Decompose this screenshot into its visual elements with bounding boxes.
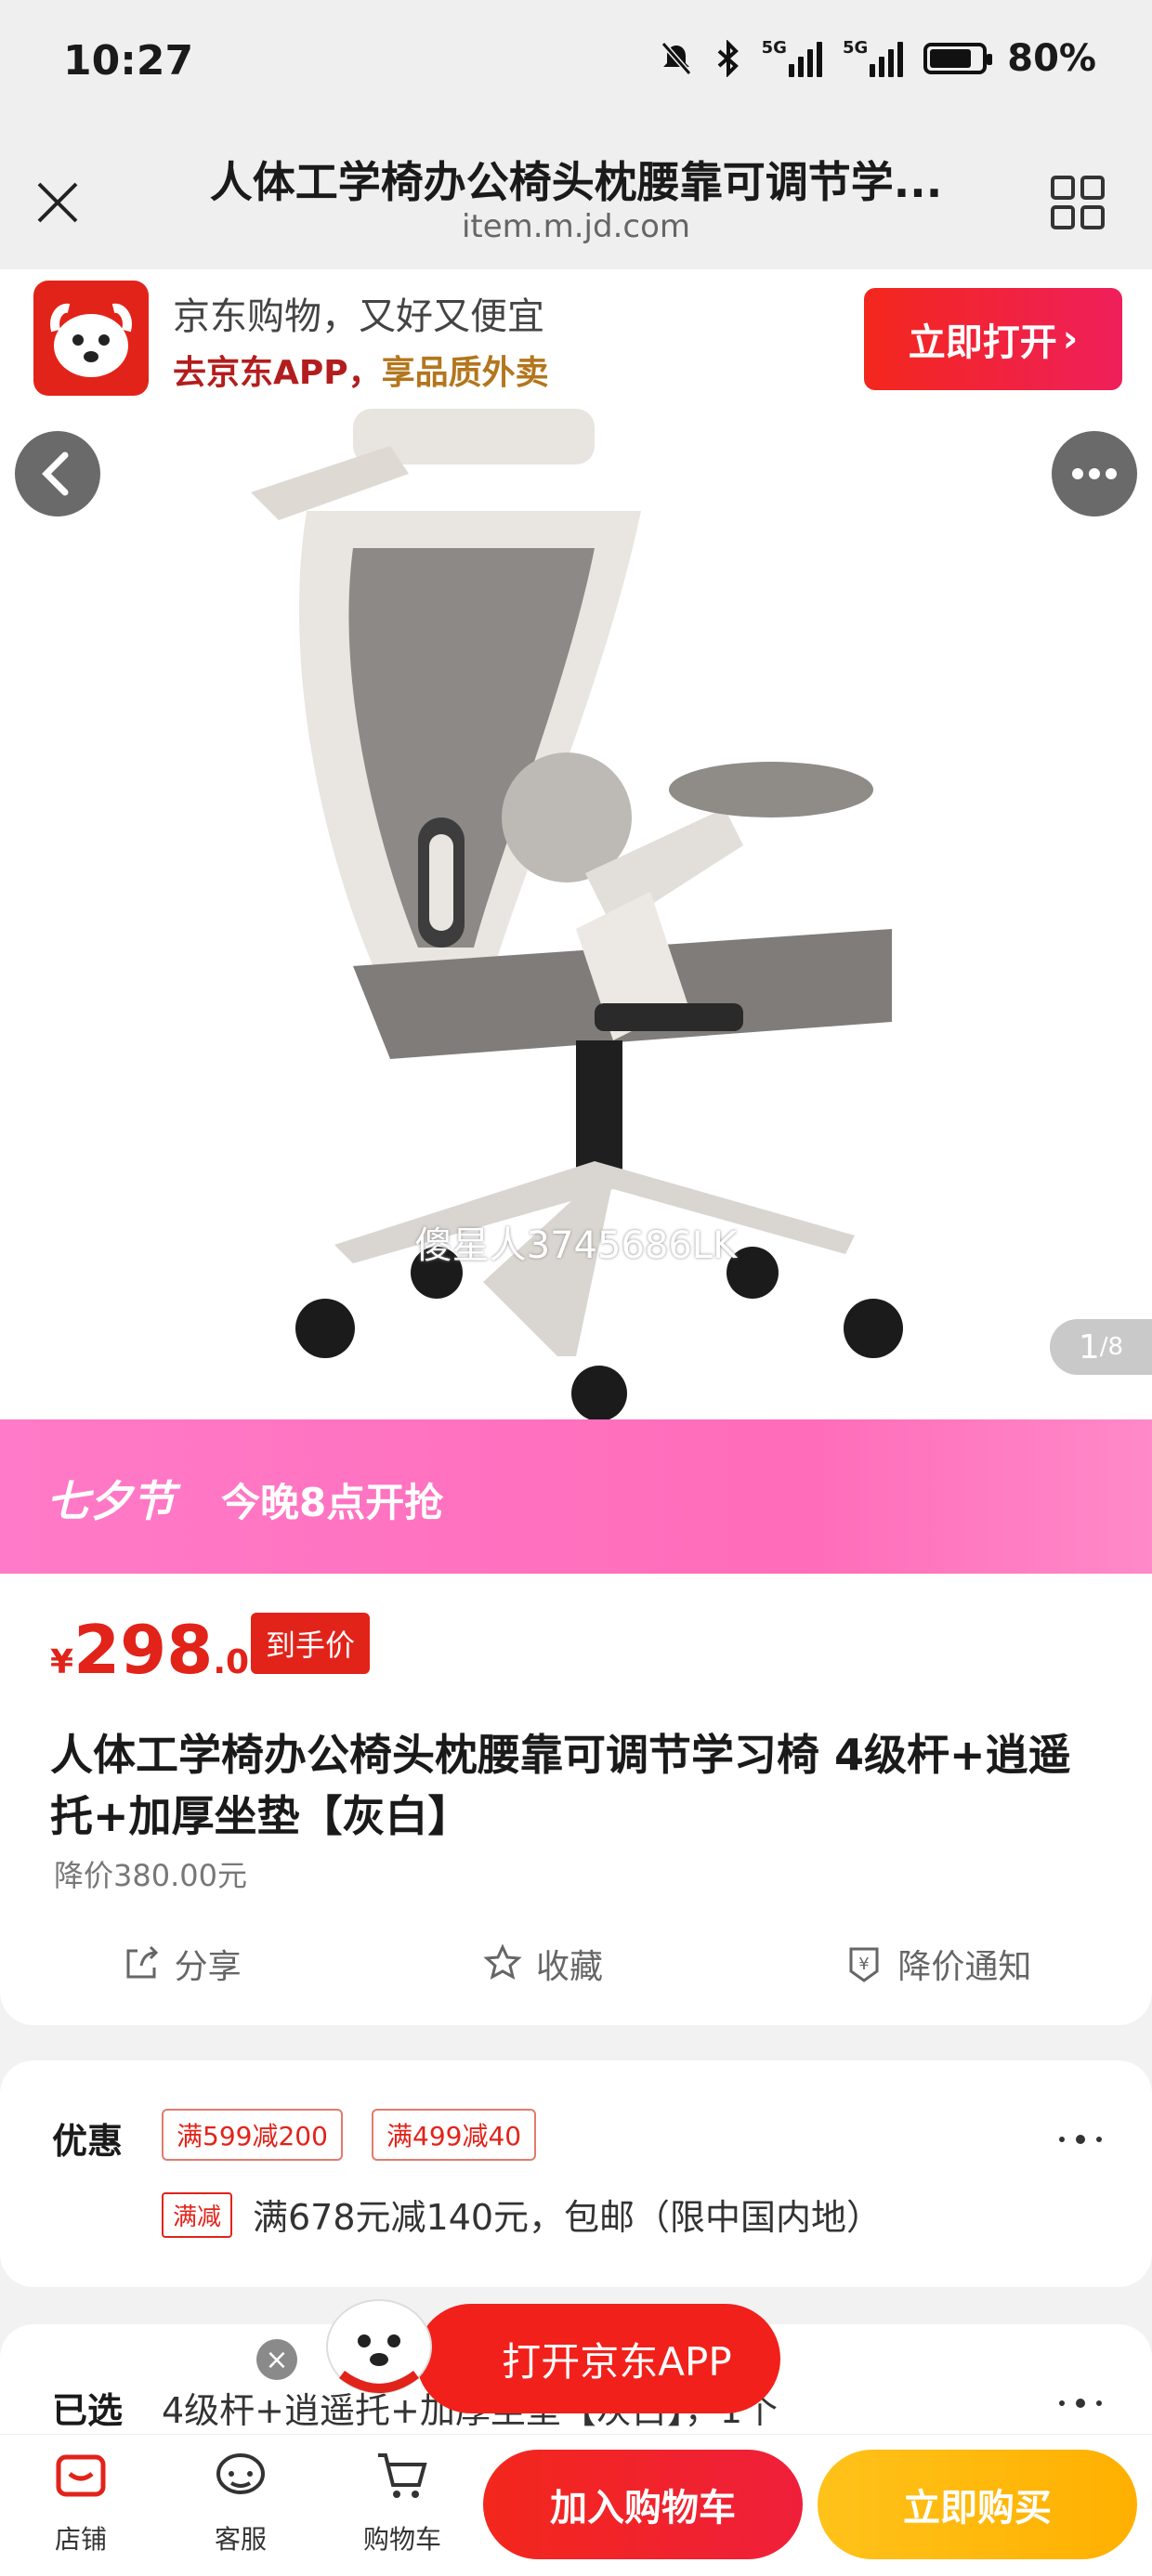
price-integer: 298 — [73, 1611, 214, 1689]
banner-subtext-a: 去京东APP， — [173, 354, 382, 392]
more-dots-icon[interactable] — [1059, 2399, 1102, 2408]
browser-nav: 人体工学椅办公椅头枕腰靠可调节学... item.m.jd.com — [0, 139, 1152, 269]
grid-menu-icon[interactable] — [1050, 175, 1106, 230]
banner-slogan: 京东购物，又好又便宜 — [173, 295, 544, 338]
banner-subtext: 去京东APP，享品质外卖 — [173, 346, 549, 394]
app-download-banner: 京东购物，又好又便宜 去京东APP，享品质外卖 立即打开 › — [0, 269, 1152, 409]
mute-bell-icon — [661, 42, 691, 75]
image-watermark: 傻星人3745686LK — [414, 1224, 738, 1267]
offers-card[interactable]: 优惠 满599减200 满499减40 满减 满678元减140元，包邮（限中国… — [0, 2060, 1152, 2287]
battery-icon — [923, 43, 993, 74]
more-dots-icon[interactable] — [1059, 2135, 1102, 2144]
bluetooth-icon — [717, 40, 739, 77]
net-type-2: 5G — [842, 38, 869, 58]
more-dots-icon — [1072, 468, 1117, 479]
coupon-badge: 满499减40 — [372, 2109, 537, 2161]
coupon-badge: 满599减200 — [162, 2109, 343, 2161]
close-floating-button[interactable]: × — [256, 2339, 297, 2380]
price-drop-text: 降价380.00元 — [54, 1858, 247, 1893]
close-icon[interactable] — [32, 177, 84, 229]
selected-label: 已选 — [52, 2390, 124, 2431]
favorite-label: 收藏 — [535, 1948, 603, 1986]
signal-icon: 5G — [762, 40, 822, 77]
status-icons: 5G 5G 80% — [658, 37, 1096, 80]
price-alert-label: 降价通知 — [897, 1948, 1032, 1986]
jd-mascot-icon — [326, 2299, 432, 2394]
status-bar: 10:27 5G 5G 80% — [0, 0, 1152, 139]
offers-description: 满678元减140元，包邮（限中国内地） — [253, 2197, 883, 2238]
gallery-counter-total: /8 — [1099, 1333, 1124, 1361]
product-title: 人体工学椅办公椅头枕腰靠可调节学习椅 4级杆+逍遥托+加厚坐垫【灰白】 — [50, 1730, 1071, 1841]
page-url: item.m.jd.com — [461, 208, 690, 245]
product-actions: 分享 收藏 ¥ 降价通知 — [0, 1927, 1152, 2001]
share-button[interactable]: 分享 — [121, 1940, 242, 1988]
shop-tab[interactable]: 店铺 — [20, 2448, 141, 2556]
open-app-floating-button[interactable]: 打开京东APP — [416, 2304, 780, 2413]
battery-level: 80% — [1007, 37, 1096, 80]
add-to-cart-button[interactable]: 加入购物车 — [483, 2450, 803, 2559]
more-button[interactable] — [1052, 431, 1137, 517]
cart-tab[interactable]: 购物车 — [342, 2448, 463, 2556]
open-app-label: 立即打开 — [908, 321, 1057, 364]
star-icon — [483, 1943, 522, 1980]
product-price: ¥298.00 — [50, 1611, 272, 1689]
signal-icon-2: 5G — [842, 38, 904, 77]
customer-service-icon — [216, 2453, 265, 2494]
bottom-action-bar: 店铺 客服 购物车 加入购物车 立即购买 — [0, 2434, 1152, 2576]
promo-banner: 七夕节 今晚8点开抢 — [0, 1419, 1152, 1574]
chevron-left-icon — [42, 451, 69, 496]
promo-festival: 七夕节 — [46, 1476, 175, 1526]
service-tab-label: 客服 — [214, 2524, 267, 2555]
promo-text: 今晚8点开抢 — [221, 1480, 444, 1525]
shop-tab-label: 店铺 — [54, 2524, 107, 2555]
offers-label: 优惠 — [52, 2121, 124, 2162]
product-gallery[interactable]: 傻星人3745686LK 1/8 — [0, 409, 1152, 1419]
gallery-counter-current: 1 — [1078, 1327, 1100, 1366]
final-price-badge: 到手价 — [251, 1613, 371, 1674]
discount-tag: 满减 — [162, 2192, 233, 2238]
cart-tab-label: 购物车 — [362, 2524, 441, 2555]
open-app-floating-label: 打开京东APP — [502, 2338, 732, 2385]
shop-icon — [56, 2454, 106, 2497]
favorite-button[interactable]: 收藏 — [482, 1940, 603, 1988]
price-alert-button[interactable]: ¥ 降价通知 — [844, 1940, 1031, 1988]
svg-text:¥: ¥ — [859, 1955, 870, 1974]
banner-subtext-b: 享品质外卖 — [381, 354, 549, 392]
back-button[interactable] — [15, 431, 100, 517]
price-alert-icon: ¥ — [849, 1947, 879, 1982]
page-title: 人体工学椅办公椅头枕腰靠可调节学... — [209, 157, 943, 207]
shopping-cart-icon — [378, 2453, 427, 2498]
gallery-counter: 1/8 — [1050, 1319, 1152, 1375]
service-tab[interactable]: 客服 — [180, 2448, 301, 2556]
share-label: 分享 — [174, 1948, 242, 1986]
price-currency: ¥ — [50, 1643, 74, 1681]
status-time: 10:27 — [63, 37, 194, 85]
buy-now-button[interactable]: 立即购买 — [818, 2450, 1137, 2559]
open-app-button[interactable]: 立即打开 › — [864, 288, 1122, 390]
chevron-right-icon: › — [1062, 318, 1079, 360]
net-type-1: 5G — [761, 38, 787, 58]
jd-logo — [33, 281, 149, 396]
product-info-card: ¥298.00 到手价 人体工学椅办公椅头枕腰靠可调节学习椅 4级杆+逍遥托+加… — [0, 1574, 1152, 2025]
share-icon — [126, 1945, 158, 1979]
